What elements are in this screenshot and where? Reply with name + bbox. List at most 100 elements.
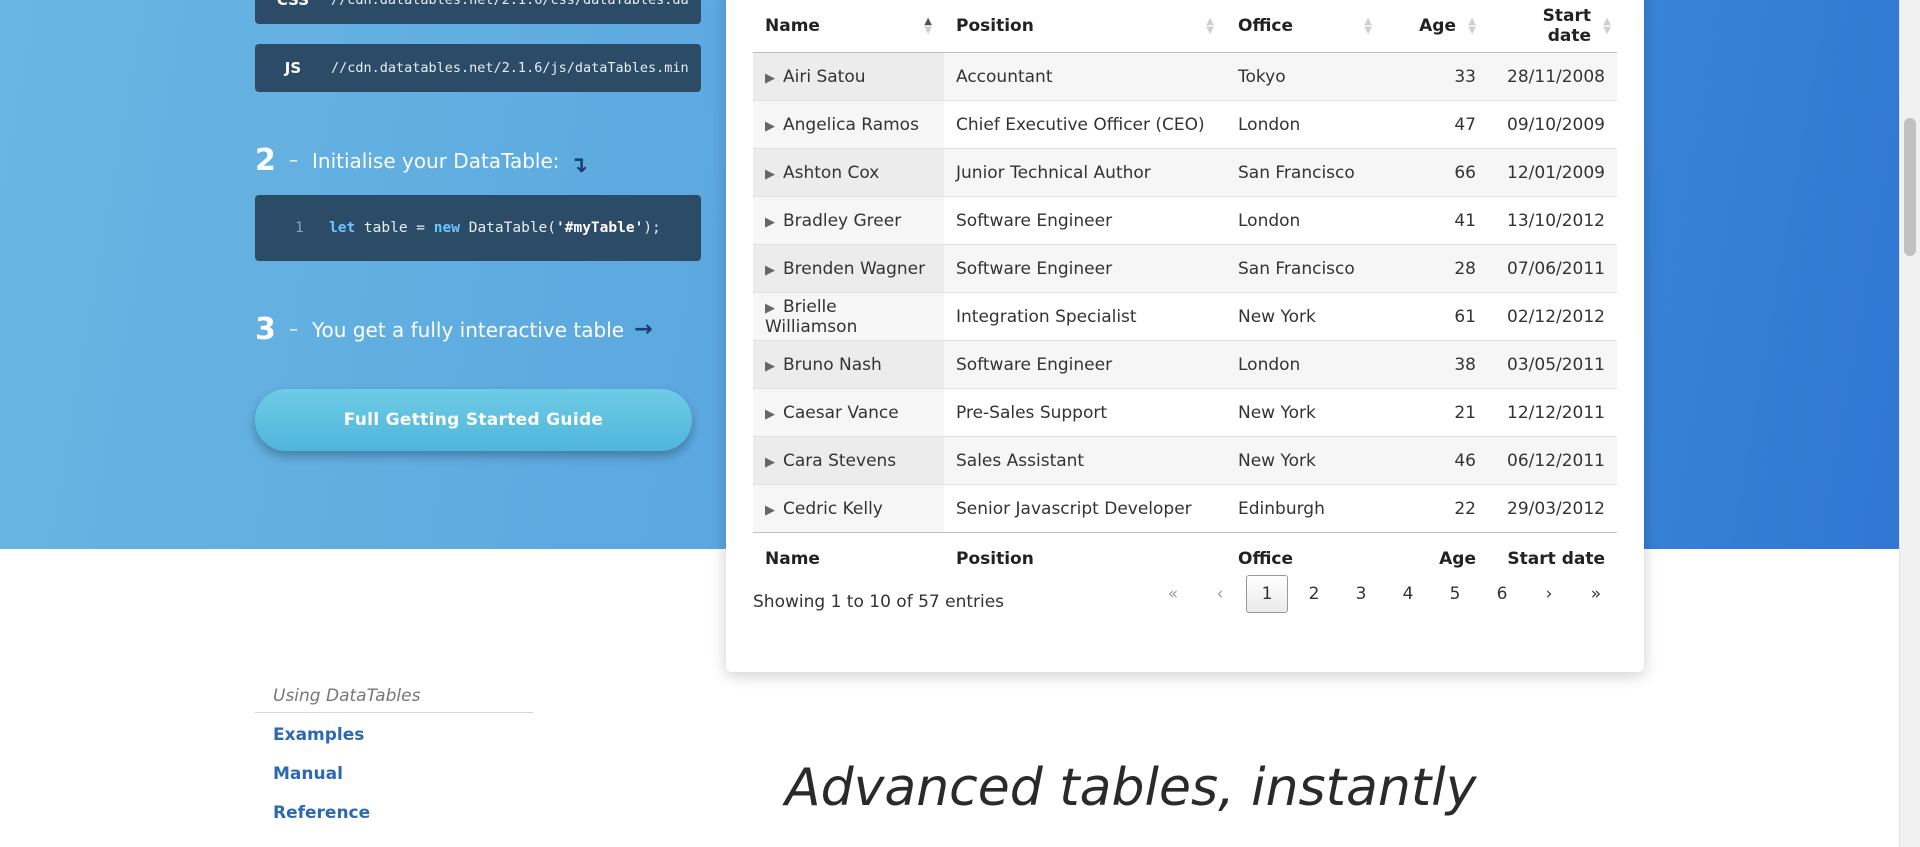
expand-row-icon[interactable]: ▶	[765, 503, 775, 518]
js-label: JS	[284, 59, 302, 77]
step-interactive: 3 – You get a fully interactive table →	[255, 312, 653, 347]
cell-text: Ashton Cox	[783, 162, 880, 183]
code-text: table =	[355, 220, 434, 236]
table-row[interactable]: ▶ Caesar Vance Pre-Sales Support New York 21…	[753, 388, 1617, 437]
css-cdn-row[interactable]: CSS //cdn.datatables.net/2.1.6/css/dataT…	[255, 0, 701, 24]
cell-position: Pre-Sales Support	[944, 388, 1226, 437]
cell-name: ▶ Brenden Wagner	[753, 244, 944, 293]
expand-row-icon[interactable]: ▶	[765, 71, 775, 86]
nav-link-examples[interactable]: Examples	[255, 716, 533, 755]
column-header-label: Start date	[1542, 6, 1591, 46]
cell-age: 47	[1384, 100, 1488, 149]
page-button-6[interactable]: 6	[1481, 575, 1523, 613]
table-row[interactable]: ▶ Bruno Nash Software Engineer London 38 03/0…	[753, 340, 1617, 389]
scrollbar-thumb[interactable]	[1904, 118, 1916, 256]
cell-age: 28	[1384, 244, 1488, 293]
js-cdn-row[interactable]: JS //cdn.datatables.net/2.1.6/js/dataTab…	[255, 44, 701, 92]
prev-page-button[interactable]: ‹	[1199, 575, 1241, 613]
code-line: let table = new DataTable('#myTable');	[329, 195, 661, 261]
cell-text: Airi Satou	[783, 66, 866, 87]
page-button-2[interactable]: 2	[1293, 575, 1335, 613]
cell-start-date: 09/10/2009	[1488, 100, 1617, 149]
page-button-1[interactable]: 1	[1246, 575, 1288, 613]
cell-start-date: 13/10/2012	[1488, 196, 1617, 245]
entries-info: Showing 1 to 10 of 57 entries	[753, 592, 1005, 612]
footer-name: Name	[753, 532, 944, 585]
cell-name: ▶ Angelica Ramos	[753, 100, 944, 149]
expand-row-icon[interactable]: ▶	[765, 407, 775, 422]
sort-icon: ▲ ▼	[924, 16, 932, 36]
column-header-start-date[interactable]: Start date ▲ ▼	[1488, 0, 1617, 53]
last-page-button[interactable]: »	[1575, 575, 1617, 613]
cell-start-date: 06/12/2011	[1488, 436, 1617, 485]
table-row[interactable]: ▶ Bradley Greer Software Engineer London 41 1…	[753, 196, 1617, 245]
expand-row-icon[interactable]: ▶	[765, 359, 775, 374]
next-page-button[interactable]: ›	[1528, 575, 1570, 613]
cell-name: ▶ Cedric Kelly	[753, 484, 944, 533]
cell-name: ▶ Ashton Cox	[753, 148, 944, 197]
js-cdn-url[interactable]: //cdn.datatables.net/2.1.6/js/dataTables…	[331, 44, 689, 92]
cell-start-date: 28/11/2008	[1488, 52, 1617, 101]
sort-icon: ▲ ▼	[1364, 16, 1372, 36]
page-button-4[interactable]: 4	[1387, 575, 1429, 613]
cell-age: 66	[1384, 148, 1488, 197]
cell-office: New York	[1226, 436, 1384, 485]
page-button-5[interactable]: 5	[1434, 575, 1476, 613]
cell-office: Edinburgh	[1226, 484, 1384, 533]
column-header-position[interactable]: Position ▲ ▼	[944, 0, 1226, 53]
expand-row-icon[interactable]: ▶	[765, 119, 775, 134]
table-row[interactable]: ▶ Cedric Kelly Senior Javascript Developer…	[753, 484, 1617, 533]
code-keyword: let	[329, 220, 356, 236]
column-header-name[interactable]: Name ▲ ▼	[753, 0, 944, 53]
table-row[interactable]: ▶ Airi Satou Accountant Tokyo 33 28/11/2008	[753, 52, 1617, 101]
cell-position: Senior Javascript Developer	[944, 484, 1226, 533]
sort-icon: ▲ ▼	[1206, 16, 1214, 36]
cell-name: ▶ Bruno Nash	[753, 340, 944, 389]
expand-row-icon[interactable]: ▶	[765, 455, 775, 470]
first-page-button[interactable]: «	[1152, 575, 1194, 613]
data-table: Name ▲ ▼ Position ▲ ▼ Office ▲ ▼ Age ▲ ▼ Start d…	[753, 0, 1617, 585]
step-text: Initialise your DataTable:	[312, 148, 560, 173]
page-button-3[interactable]: 3	[1340, 575, 1382, 613]
table-row[interactable]: ▶ Angelica Ramos Chief Executive Officer (…	[753, 100, 1617, 149]
css-label: CSS	[276, 0, 310, 9]
table-row[interactable]: ▶ Ashton Cox Junior Technical Author San Fr…	[753, 148, 1617, 197]
column-header-age[interactable]: Age ▲ ▼	[1384, 0, 1488, 53]
section-headline: Advanced tables, instantly	[785, 758, 1477, 818]
cell-position: Accountant	[944, 52, 1226, 101]
expand-row-icon[interactable]: ▶	[765, 167, 775, 182]
css-cdn-url[interactable]: //cdn.datatables.net/2.1.6/css/dataTable…	[331, 0, 689, 24]
sort-icon: ▲ ▼	[1603, 16, 1611, 36]
table-row[interactable]: ▶ Cara Stevens Sales Assistant New York 46 06…	[753, 436, 1617, 485]
cell-start-date: 03/05/2011	[1488, 340, 1617, 389]
arrow-down-icon: ↴	[569, 153, 588, 178]
expand-row-icon[interactable]: ▶	[765, 215, 775, 230]
column-header-office[interactable]: Office ▲ ▼	[1226, 0, 1384, 53]
code-text: );	[643, 220, 661, 236]
side-nav-title: Using DataTables	[255, 686, 533, 713]
cell-age: 46	[1384, 436, 1488, 485]
cell-start-date: 12/12/2011	[1488, 388, 1617, 437]
table-row[interactable]: ▶ Brenden Wagner Software Engineer San Fran…	[753, 244, 1617, 293]
cell-position: Software Engineer	[944, 340, 1226, 389]
nav-link-manual[interactable]: Manual	[255, 755, 533, 794]
column-header-label: Name	[765, 16, 820, 36]
step-dash: –	[289, 150, 298, 171]
nav-link-reference[interactable]: Reference	[255, 794, 533, 833]
cell-age: 38	[1384, 340, 1488, 389]
code-keyword: new	[433, 220, 460, 236]
cell-text: Caesar Vance	[783, 402, 899, 423]
arrow-right-icon: →	[634, 317, 653, 342]
cell-position: Chief Executive Officer (CEO)	[944, 100, 1226, 149]
code-text: DataTable(	[459, 220, 557, 236]
code-sample[interactable]: 1 let table = new DataTable('#myTable');	[255, 195, 701, 261]
getting-started-guide-button[interactable]: Full Getting Started Guide	[255, 389, 692, 451]
step-number: 2	[255, 143, 276, 178]
cell-office: San Francisco	[1226, 148, 1384, 197]
page-scrollbar[interactable]	[1899, 0, 1920, 847]
expand-row-icon[interactable]: ▶	[765, 301, 775, 316]
table-row[interactable]: ▶ Brielle Williamson Integration Specialis…	[753, 292, 1617, 341]
expand-row-icon[interactable]: ▶	[765, 263, 775, 278]
column-header-label: Age	[1419, 16, 1456, 36]
cell-text: Cedric Kelly	[783, 498, 883, 519]
